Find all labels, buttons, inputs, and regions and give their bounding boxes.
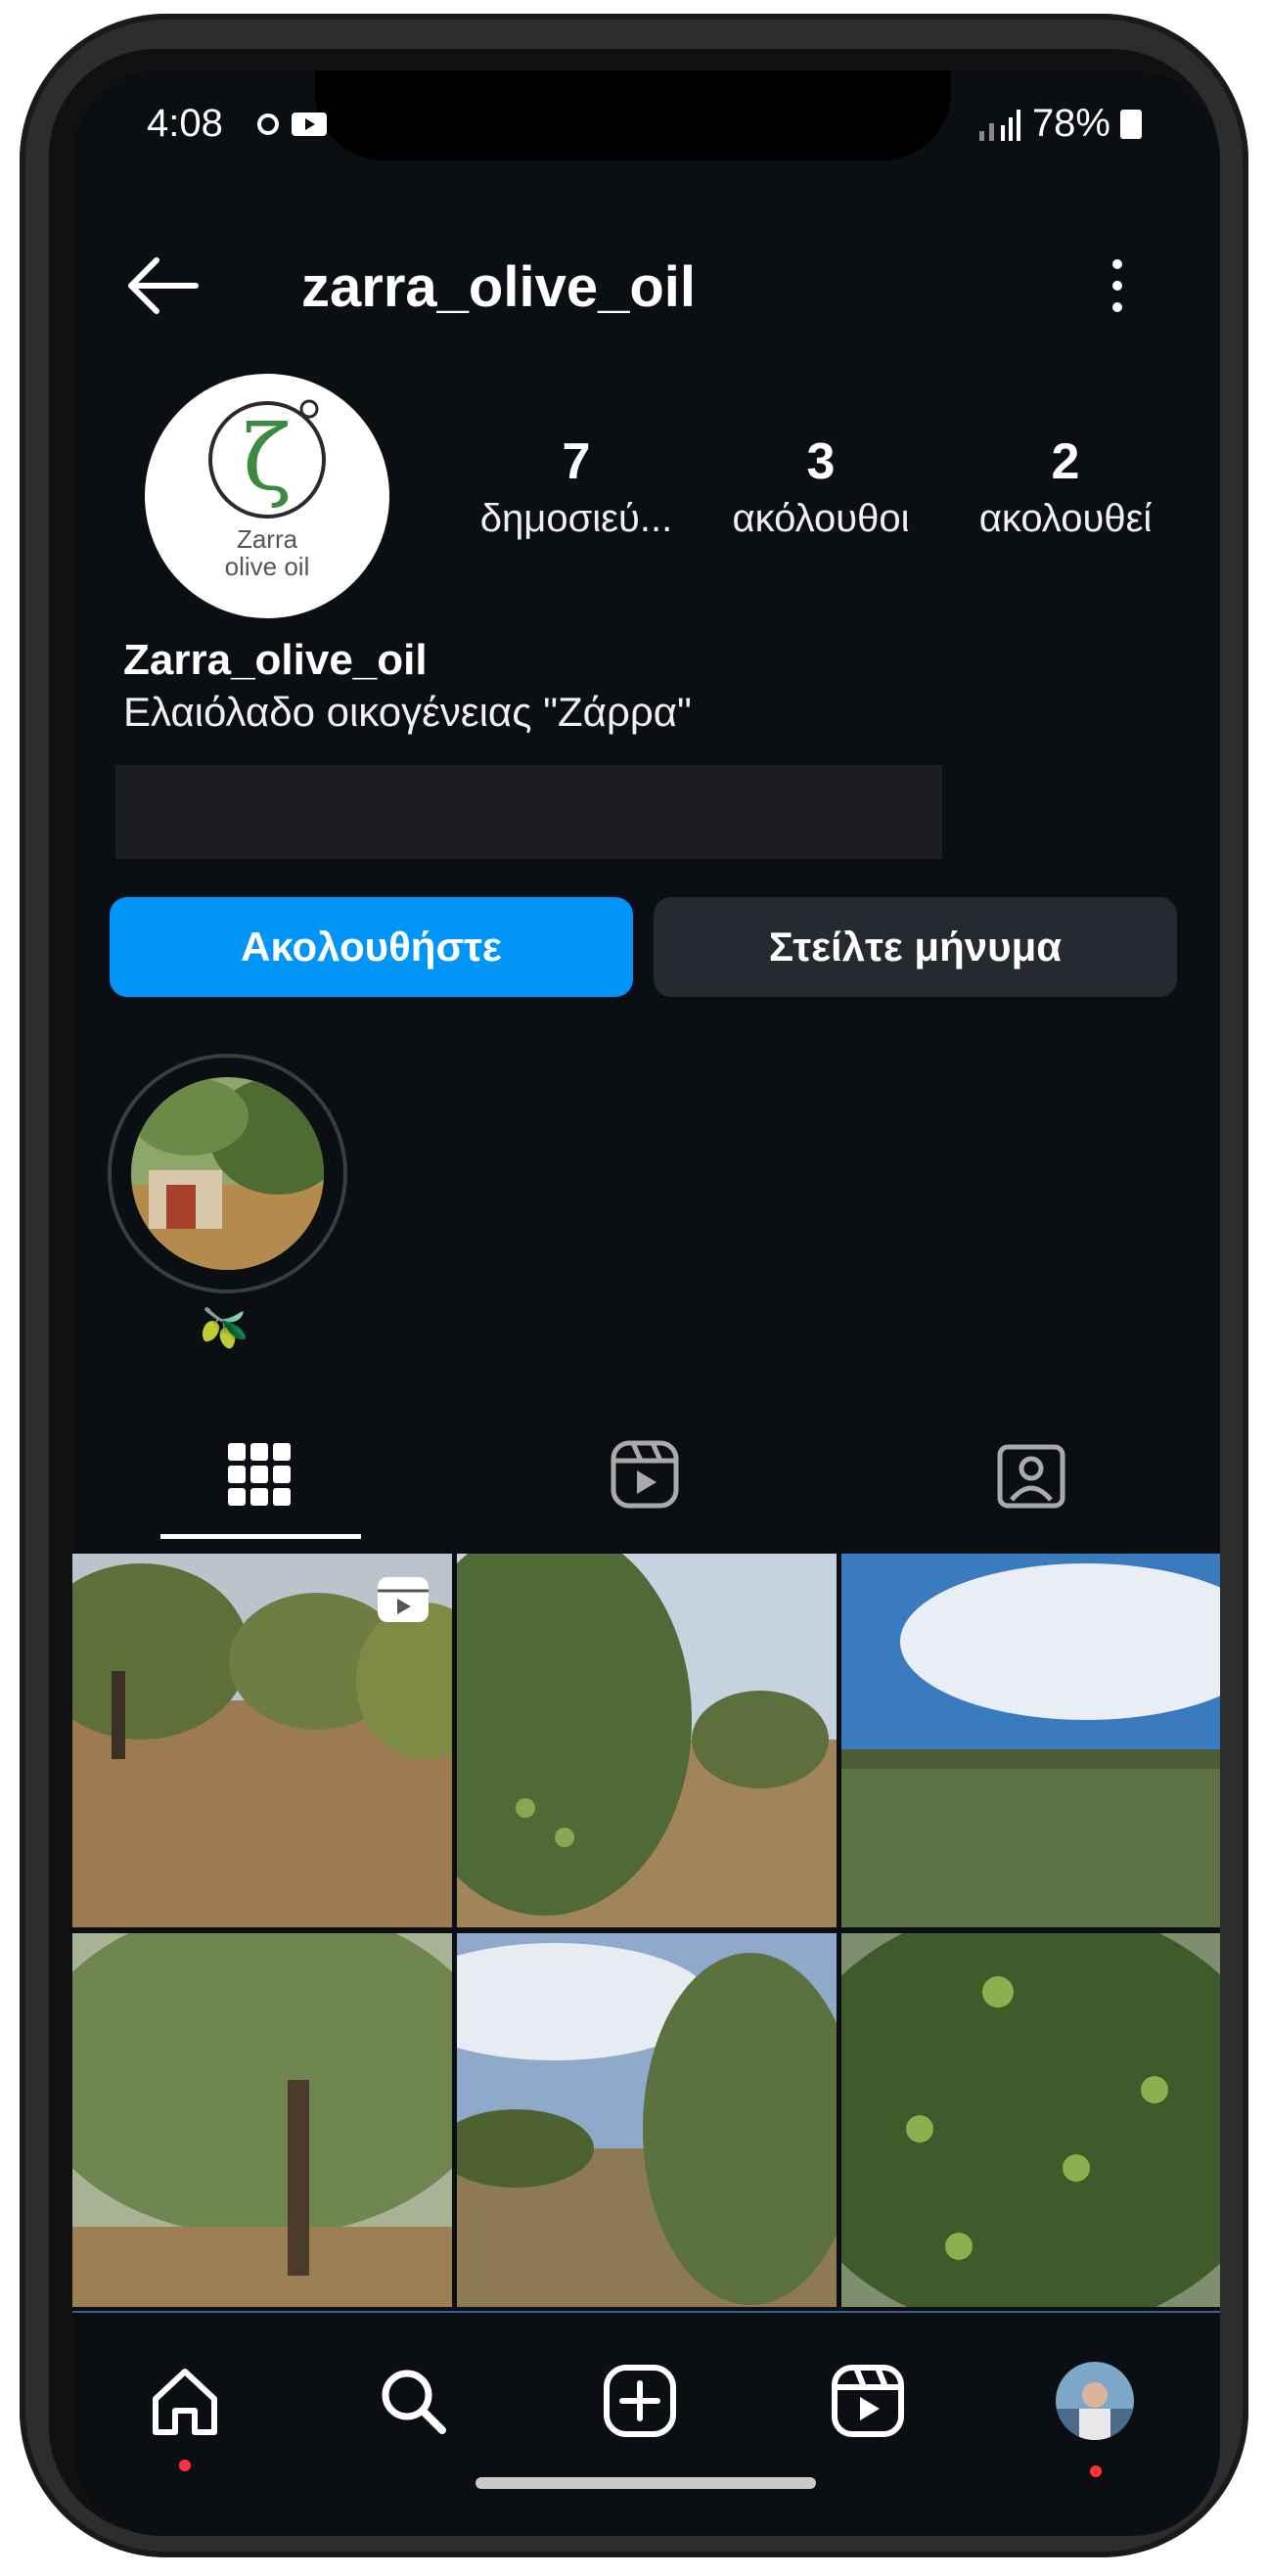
tab-grid[interactable] [201, 1421, 318, 1528]
nav-profile[interactable] [1046, 2352, 1144, 2450]
svg-text:ζ: ζ [243, 406, 292, 511]
vertical-dots-icon[interactable] [1103, 247, 1132, 325]
bio-text: Ελαιόλαδο οικογένειας "Ζάρρα" [123, 689, 692, 735]
reels-icon [832, 2365, 904, 2437]
follow-button[interactable]: Ακολουθήστε [110, 897, 633, 997]
home-indicator[interactable] [476, 2477, 816, 2489]
status-right: 78% [977, 102, 1142, 146]
screen: 4:08 78% zarra_olive_oil ζ Zarra olive o… [72, 70, 1220, 2536]
tagged-icon [997, 1444, 1065, 1509]
grid-icon [228, 1443, 291, 1506]
stat-followers-count: 3 [806, 433, 836, 490]
stat-followers[interactable]: 3 ακόλουθοι [699, 432, 943, 541]
svg-text:olive oil: olive oil [225, 552, 310, 581]
reels-icon [611, 1440, 679, 1509]
nav-home[interactable] [136, 2352, 234, 2450]
notification-dot [1090, 2465, 1102, 2477]
stat-followers-label: ακόλουθοι [732, 497, 910, 540]
battery-icon [1120, 109, 1142, 139]
post-thumbnail[interactable] [72, 1933, 452, 2307]
svg-text:Zarra: Zarra [237, 524, 298, 554]
stat-posts-count: 7 [562, 433, 591, 490]
tab-tagged[interactable] [973, 1421, 1090, 1528]
post-thumbnail[interactable] [841, 1933, 1220, 2307]
profile-stats: 7 δημοσιεύ... 3 ακόλουθοι 2 ακολουθεί [454, 432, 1198, 541]
status-left-icons [253, 104, 328, 142]
search-icon [382, 2370, 446, 2434]
highlight-label: 🫒 [200, 1307, 249, 1350]
arrow-left-icon[interactable] [123, 254, 202, 317]
profile-header: zarra_olive_oil [72, 247, 1220, 325]
bottom-navigation [72, 2311, 1220, 2536]
post-thumbnail[interactable] [841, 1554, 1220, 1927]
redacted-link-bar [115, 765, 942, 859]
status-time: 4:08 [147, 102, 223, 145]
home-icon [153, 2369, 217, 2435]
battery-percent: 78% [1031, 102, 1110, 145]
header-username: zarra_olive_oil [301, 255, 696, 319]
display-name: Zarra_olive_oil [123, 636, 428, 684]
stat-posts-label: δημοσιεύ... [479, 497, 673, 540]
story-highlight[interactable] [108, 1054, 347, 1293]
sync-icon [257, 113, 279, 136]
stat-following-count: 2 [1051, 433, 1080, 490]
youtube-icon [292, 113, 328, 137]
profile-avatar [1056, 2362, 1134, 2440]
nav-create[interactable] [591, 2352, 689, 2450]
notification-dot [179, 2460, 191, 2471]
signal-icon [978, 109, 1020, 141]
create-icon [604, 2365, 676, 2437]
profile-avatar[interactable]: ζ Zarra olive oil [145, 374, 389, 618]
active-tab-indicator [160, 1534, 361, 1539]
tab-reels[interactable] [586, 1421, 703, 1528]
reels-icon [378, 1577, 429, 1622]
highlight-cover [131, 1077, 324, 1270]
stat-following[interactable]: 2 ακολουθεί [943, 432, 1188, 541]
profile-tabs [72, 1421, 1220, 1543]
stat-posts[interactable]: 7 δημοσιεύ... [454, 432, 699, 541]
logo-icon: ζ Zarra olive oil [208, 399, 326, 581]
stat-following-label: ακολουθεί [978, 497, 1153, 540]
post-thumbnail[interactable] [457, 1554, 837, 1927]
notch [315, 70, 951, 160]
message-button[interactable]: Στείλτε μήνυμα [654, 897, 1177, 997]
nav-search[interactable] [364, 2352, 462, 2450]
post-thumbnail[interactable] [457, 1933, 837, 2307]
post-thumbnail[interactable] [72, 1554, 452, 1927]
nav-reels[interactable] [819, 2352, 917, 2450]
